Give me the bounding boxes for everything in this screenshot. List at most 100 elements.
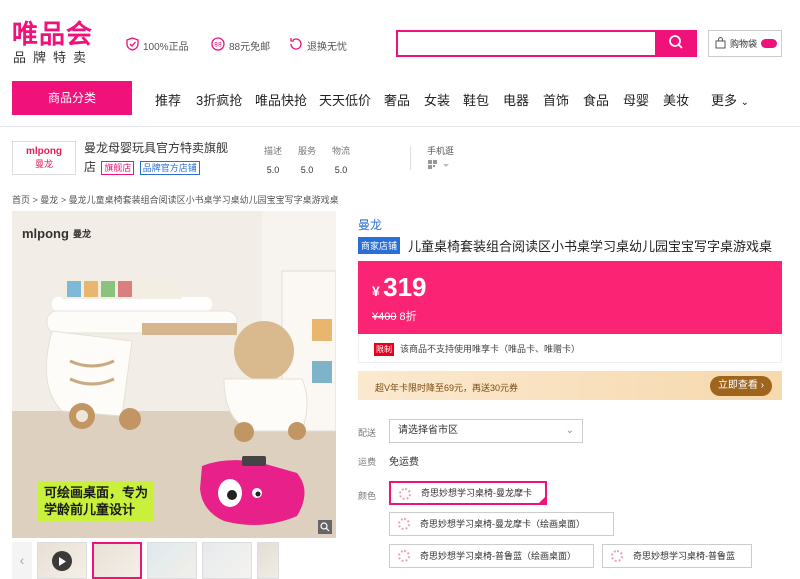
thumbnail-video[interactable] [37,542,87,579]
nav-item-electronics[interactable]: 电器 [503,90,529,109]
score-label: 物流 [331,146,350,156]
zoom-icon[interactable] [318,520,332,534]
promise-label: 100%正品 [143,42,189,53]
restriction-tag: 限制 [374,343,394,356]
nav-item-baby[interactable]: 母婴 [623,90,649,109]
divider [410,146,411,170]
thumbnail-image[interactable] [257,542,279,579]
current-price: ¥ 319 [372,272,427,303]
merchant-store-tag: 商家店铺 [358,237,401,254]
selected-check-icon [537,495,547,505]
nav-item-beauty[interactable]: 美妆 [663,90,689,109]
nav-item-more[interactable]: 更多 ⌄ [711,90,749,109]
color-swatch-icon [398,518,410,530]
cart-label: 购物袋 [730,39,758,49]
flagship-tag: 旗舰店 [101,161,135,175]
svip-text: 超V年卡限时降至69元，再送30元券 [375,383,519,393]
price-value: 319 [383,272,427,302]
nav-item-women[interactable]: 女装 [424,90,450,109]
color-option-blue[interactable]: 奇思妙想学习桌椅-普鲁蓝 [602,544,752,568]
thumbnail-image[interactable] [147,542,197,579]
shop-name[interactable]: 曼龙母婴玩具官方特卖旗舰 店 旗舰店 品牌官方店铺 [84,139,244,177]
promise-label: 退换无忧 [307,42,347,53]
image-caption: 可绘画桌面，专为 学龄前儿童设计 [38,481,155,521]
score-label: 服务 [297,146,316,156]
search-icon [668,34,684,53]
color-swatch-icon [611,550,623,562]
breadcrumb-brand[interactable]: 曼龙 [40,195,58,205]
bag-icon [715,36,726,51]
chevron-down-icon: ⌄ [565,425,574,436]
breadcrumb-product: 曼龙儿童桌椅套装组合阅读区小书桌学习桌幼儿园宝宝写字桌游戏桌 [68,195,339,205]
nav-item-recommend[interactable]: 推荐 [155,90,181,109]
nav-item-daily-low[interactable]: 天天低价 [319,90,371,109]
color-option-label: 奇思妙想学习桌椅-普鲁蓝（绘画桌面） [420,551,576,561]
mobile-label: 手机逛 [427,146,455,156]
breadcrumb-home[interactable]: 首页 [12,195,30,205]
shield-icon [126,37,139,54]
svg-text:88: 88 [214,42,222,49]
shipping-icon: 88 [211,37,225,54]
currency-symbol: ¥ [372,283,380,299]
official-tag: 品牌官方店铺 [139,161,200,175]
delivery-label: 配送 [358,428,377,438]
site-slogan: 品牌特卖 [13,51,94,66]
score-value: 5.0 [334,165,348,175]
shop-logo-cn: 曼龙 [34,159,53,169]
color-option-mocha-drawing[interactable]: 奇思妙想学习桌椅-曼龙摩卡（绘画桌面） [389,512,614,536]
promise-authentic: 100%正品 [126,37,189,54]
nav-item-food[interactable]: 食品 [583,90,609,109]
image-brand: mlpong 曼龙 [22,226,91,241]
nav-item-flash-70off[interactable]: 3折疯抢 [196,90,242,109]
category-button[interactable]: 商品分类 [12,81,132,115]
shop-name-line1: 曼龙母婴玩具官方特卖旗舰 [84,141,229,155]
region-select[interactable]: 请选择省市区 ⌄ [389,419,583,443]
site-logo[interactable]: 唯品会 [12,14,93,51]
mobile-browse[interactable]: 手机逛 [427,144,454,173]
score-label: 描述 [263,146,282,156]
nav-item-shoes-bags[interactable]: 鞋包 [463,90,489,109]
cart-button[interactable]: 购物袋 [708,30,782,57]
discount-label: 8折 [399,311,417,323]
thumbnail-prev-button[interactable]: ‹ [12,542,32,579]
nav-item-quick-buy[interactable]: 唯品快抢 [255,90,307,109]
nav-item-jewelry[interactable]: 首饰 [543,90,569,109]
breadcrumb-separator: > [60,195,69,205]
original-price: ¥400 8折 [372,308,417,324]
thumbnail-image[interactable] [202,542,252,579]
image-caption-line1: 可绘画桌面，专为 [44,485,149,500]
freight-value: 免运费 [389,457,419,468]
color-swatch-icon [399,488,411,500]
color-option-mocha[interactable]: 奇思妙想学习桌椅-曼龙摩卡 [389,481,547,505]
score-logistics: 物流 5.0 [326,144,356,175]
product-main-image[interactable]: mlpong 曼龙 可绘画桌面，专为 学龄前儿童设计 [12,211,336,538]
color-label: 颜色 [358,491,377,501]
nav-item-luxury[interactable]: 奢品 [384,90,410,109]
image-brand-cn: 曼龙 [72,229,91,239]
shop-logo[interactable]: mlpong 曼龙 [12,141,76,175]
divider [0,126,800,127]
return-icon [289,37,303,54]
score-service: 服务 5.0 [292,144,322,175]
cart-count-badge [761,39,778,48]
shop-name-line2: 店 [84,160,97,174]
chevron-down-icon: ⌄ [740,97,750,108]
shop-name-line2-row: 店 旗舰店 品牌官方店铺 [84,158,244,177]
svip-view-button[interactable]: 立即查看 › [710,376,772,396]
score-description: 描述 5.0 [258,144,288,175]
original-price-value: ¥400 [372,311,397,323]
shop-logo-en: mlpong [25,146,63,157]
nav-more-label: 更多 [711,93,738,108]
score-value: 5.0 [300,165,314,175]
product-brand-link[interactable]: 曼龙 [358,216,382,233]
search-input[interactable] [396,30,655,57]
color-option-label: 奇思妙想学习桌椅-曼龙摩卡 [421,488,532,498]
color-option-blue-drawing[interactable]: 奇思妙想学习桌椅-普鲁蓝（绘画桌面） [389,544,594,568]
promise-label: 88元免邮 [229,42,271,53]
region-select-value: 请选择省市区 [398,425,458,436]
thumbnail-image[interactable] [92,542,142,579]
breadcrumb: 首页 > 曼龙 > 曼龙儿童桌椅套装组合阅读区小书桌学习桌幼儿园宝宝写字桌游戏桌 [12,193,339,206]
search-button[interactable] [655,30,697,57]
color-option-label: 奇思妙想学习桌椅-普鲁蓝 [633,551,735,561]
color-swatch-icon [398,550,410,562]
